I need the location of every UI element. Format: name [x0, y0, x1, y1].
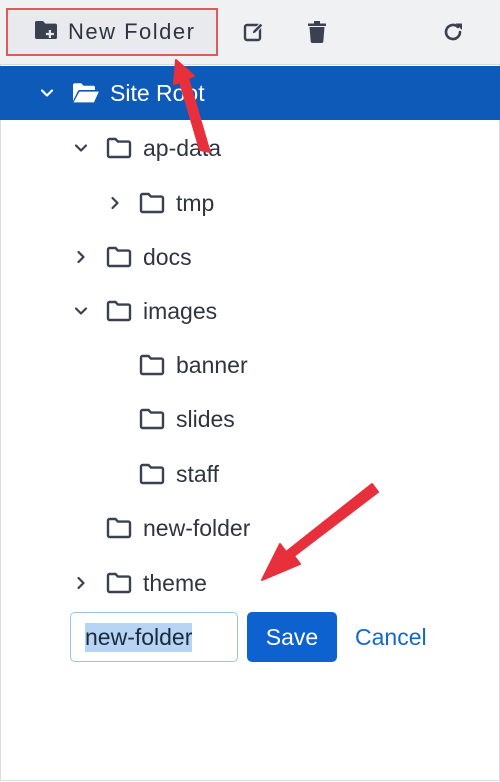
chevron-right-icon[interactable]	[73, 249, 89, 265]
tree-item-label: ap-data	[143, 134, 222, 161]
folder-icon	[106, 246, 132, 268]
tree-item-label: new-folder	[143, 514, 251, 541]
tree-item-label: staff	[176, 460, 220, 487]
cancel-button[interactable]: Cancel	[355, 612, 427, 662]
folder-name-input[interactable]: new-folder	[70, 612, 238, 662]
tree-item-label: tmp	[176, 189, 215, 216]
tree-item-slides[interactable]: slides	[0, 392, 500, 446]
refresh-button[interactable]	[436, 0, 470, 64]
tree-item-images[interactable]: images	[0, 284, 500, 338]
trash-icon	[308, 21, 326, 43]
chevron-down-icon[interactable]	[73, 303, 89, 319]
tree-item-staff[interactable]: staff	[0, 447, 500, 501]
new-folder-icon	[34, 19, 58, 46]
tree-item-banner[interactable]: banner	[0, 338, 500, 392]
tree-item-label: docs	[143, 243, 192, 270]
chevron-right-icon[interactable]	[73, 575, 89, 591]
tree-item-site-root[interactable]: Site Root	[0, 66, 500, 120]
chevron-right-icon[interactable]	[107, 195, 123, 211]
tree-item-tmp[interactable]: tmp	[0, 176, 500, 230]
folder-icon	[139, 463, 165, 485]
tree-item-new-folder[interactable]: new-folder	[0, 501, 500, 555]
folder-icon	[139, 192, 165, 214]
tree-item-ap-data[interactable]: ap-data	[0, 121, 500, 175]
folder-icon	[106, 517, 132, 539]
folder-icon	[139, 408, 165, 430]
folder-icon	[106, 137, 132, 159]
delete-button[interactable]	[300, 0, 334, 64]
edit-icon	[243, 21, 265, 43]
tree-item-theme[interactable]: theme	[0, 556, 500, 610]
tree-item-label: banner	[176, 351, 248, 378]
save-button[interactable]: Save	[247, 612, 337, 662]
tree-item-label: slides	[176, 405, 235, 432]
toolbar: New Folder	[0, 0, 500, 65]
folder-icon	[139, 354, 165, 376]
tree-item-docs[interactable]: docs	[0, 230, 500, 284]
folder-name-value: new-folder	[85, 622, 193, 652]
chevron-down-icon[interactable]	[39, 85, 55, 101]
tree-item-label: theme	[143, 569, 207, 596]
tree-item-label: images	[143, 297, 218, 324]
rename-button[interactable]	[236, 0, 272, 64]
new-folder-label: New Folder	[68, 19, 196, 44]
chevron-down-icon[interactable]	[73, 140, 89, 156]
new-folder-button[interactable]: New Folder	[6, 8, 218, 56]
folder-icon	[106, 572, 132, 594]
tree-item-label: Site Root	[110, 79, 205, 106]
folder-icon	[106, 300, 132, 322]
refresh-icon	[441, 20, 465, 44]
folder-open-icon	[73, 83, 99, 103]
